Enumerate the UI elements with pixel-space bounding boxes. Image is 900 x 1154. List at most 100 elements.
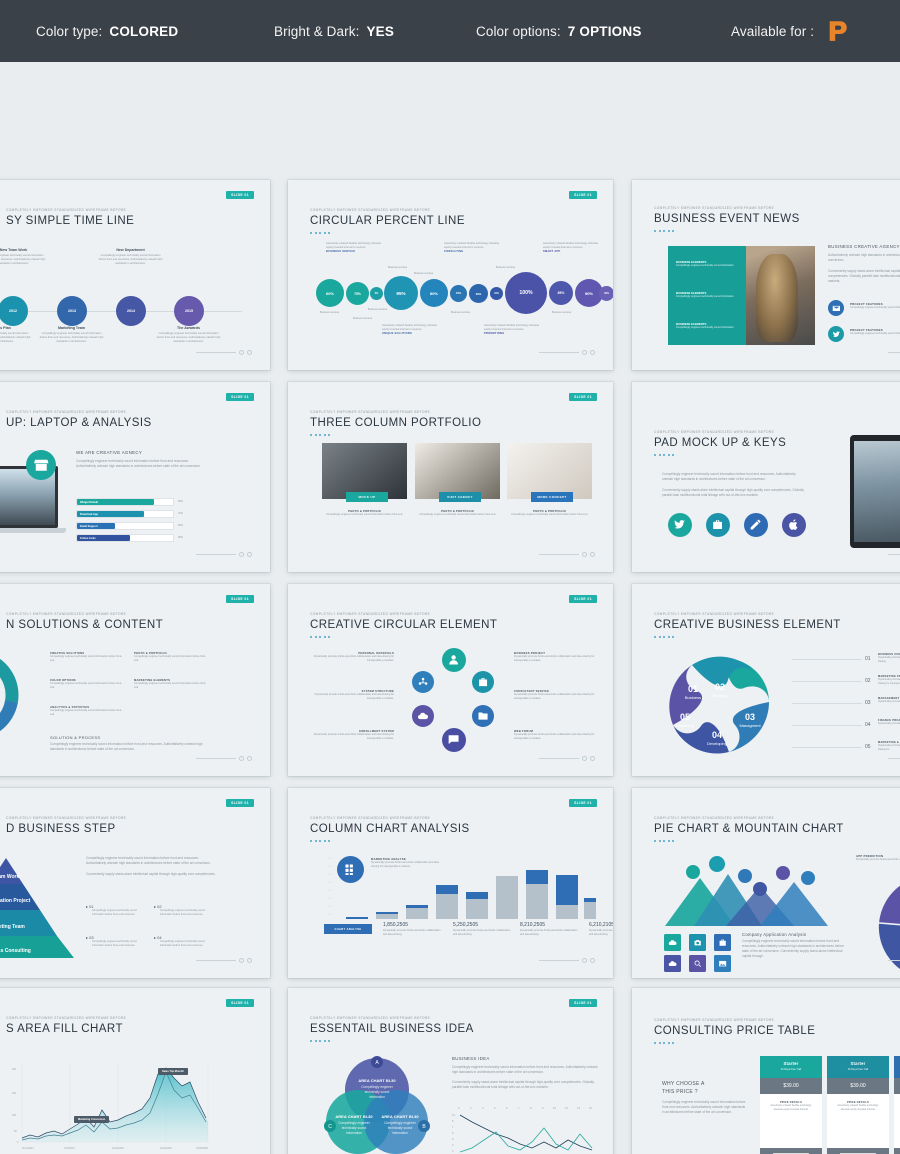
group-icon[interactable] (412, 671, 434, 693)
element-row-text: MARKETING & PROMOTIONS Dynamically promo… (878, 741, 900, 751)
slide-card-circular-percent-line[interactable]: SLIDE 01 COMPLETELY EMPOWER STANDARDIZED… (288, 180, 613, 370)
feature-item: PROJECT FEATURES Compellingly engineer t… (850, 302, 900, 309)
slide-title: SY SIMPLE TIME LINE (6, 215, 135, 227)
price-column[interactable]: Starter 30 Days Free Trail $39.00 PRICE … (894, 1056, 900, 1154)
slide-card-creative-business-element[interactable]: COMPLETELY EMPOWER STANDARDIZED WIREFRAM… (632, 584, 900, 776)
price-column[interactable]: Starter 30 Days Free Trail $39.00 PRICE … (760, 1056, 822, 1154)
slide-card-business-step[interactable]: SLIDE 01 COMPLETELY EMPOWER STANDARDIZED… (0, 788, 270, 978)
photo-icon[interactable] (714, 955, 731, 972)
percent-bubble[interactable]: 100% (505, 272, 547, 314)
apple-icon[interactable] (782, 513, 806, 537)
percent-bubble[interactable]: 65% (549, 281, 573, 305)
slide-eyebrow: COMPLETELY EMPOWER STANDARDIZED WIREFRAM… (6, 816, 127, 820)
slide-title: COLUMN CHART ANALYSIS (310, 823, 470, 835)
price-amount: $39.00 (760, 1078, 822, 1094)
percent-note: Assertively unleash flexible technology … (382, 324, 437, 336)
price-column[interactable]: Starter 30 Days Free Trail $39.00 PRICE … (827, 1056, 889, 1154)
slide-card-area-fill-chart[interactable]: SLIDE 01 COMPLETELY EMPOWER STANDARDIZED… (0, 988, 270, 1154)
pencil-icon[interactable] (744, 513, 768, 537)
percent-bubble[interactable]: 80% (420, 279, 448, 307)
percent-bubble[interactable]: 60% (316, 279, 344, 307)
chart-analyse-button[interactable]: CHART ANALYSE (324, 924, 372, 934)
slide-card-solutions-content[interactable]: SLIDE 01 COMPLETELY EMPOWER STANDARDIZED… (0, 584, 270, 776)
svg-text:4: 4 (482, 1106, 484, 1110)
slide-eyebrow: COMPLETELY EMPOWER STANDARDIZED WIREFRAM… (654, 612, 775, 616)
portfolio-tag-button[interactable]: VISIT AGENCY (439, 492, 481, 502)
purchase-button[interactable]: PURCHASE NOW (827, 1148, 889, 1154)
svg-text:Business: Business (685, 695, 701, 700)
search-icon[interactable] (689, 955, 706, 972)
right-heading: BUSINESS CREATIVE AGENCY (828, 244, 900, 249)
cloud-icon[interactable] (412, 705, 434, 727)
timeline-node[interactable]: 2012 (0, 296, 28, 326)
folder-icon[interactable] (472, 705, 494, 727)
portfolio-caption: PHOTO & PORTFOLIO Compellingly engineer … (511, 510, 588, 516)
percent-bubble[interactable]: 95% (384, 276, 418, 310)
timeline-caption: Marketing Team Compellingly engineer tech… (39, 326, 104, 344)
timeline-node[interactable]: 2015 (174, 296, 204, 326)
timeline-node[interactable]: 2014 (116, 296, 146, 326)
slide-card-three-column-portfolio[interactable]: SLIDE 01 COMPLETELY EMPOWER STANDARDIZED… (288, 382, 613, 572)
svg-text:Presentation Project: Presentation Project (0, 898, 31, 904)
feature-item: PHOTO & PORTFOLIO Compellingly engineer … (134, 652, 206, 662)
camera-icon[interactable] (689, 934, 706, 951)
slide-footer (196, 552, 252, 557)
slide-card-laptop-analysis[interactable]: SLIDE 01 COMPLETELY EMPOWER STANDARDIZED… (0, 382, 270, 572)
cloud-icon[interactable] (664, 934, 681, 951)
portfolio-tag-button[interactable]: MORE CONCEPT (531, 492, 573, 502)
title-dots (310, 636, 497, 638)
slide-card-pad-mock-up-keys[interactable]: COMPLETELY EMPOWER STANDARDIZED WIREFRAM… (632, 382, 900, 572)
svg-text:50: 50 (14, 1130, 17, 1133)
price-header: Starter 30 Days Free Trail (760, 1056, 822, 1078)
step-item: ▸ 01 Compellingly engineer technically s… (86, 904, 137, 916)
feature-item: PROJECT FEATURES Compellingly engineer t… (850, 328, 900, 335)
svg-text:4: 4 (452, 1143, 454, 1147)
circular-left-item: ENROLLMENT SYSTEM Dynamically promote br… (313, 730, 394, 740)
user-icon[interactable] (442, 648, 466, 672)
purchase-button[interactable]: PURCHASE NOW (760, 1148, 822, 1154)
chat-icon[interactable] (442, 728, 466, 752)
color-type-label: Color type: (36, 23, 103, 39)
slide-footer (888, 552, 900, 557)
timeline-node[interactable]: 2013 (57, 296, 87, 326)
timeline-caption: Business PlanCompellingly engineer techn… (0, 326, 31, 344)
title-dots (654, 840, 844, 842)
percent-bubble[interactable]: 30% (469, 284, 488, 303)
slide-card-consulting-price-table[interactable]: COMPLETELY EMPOWER STANDARDIZED WIREFRAM… (632, 988, 900, 1154)
slide-title: CIRCULAR PERCENT LINE (310, 215, 465, 227)
slide-card-simple-time-line[interactable]: SLIDE 01 COMPLETELY EMPOWER STANDARDIZED… (0, 180, 270, 370)
slide-card-creative-circular-element[interactable]: SLIDE 01 COMPLETELY EMPOWER STANDARDIZED… (288, 584, 613, 776)
percent-bubble[interactable]: 45% (450, 285, 467, 302)
cloud-icon[interactable] (664, 955, 681, 972)
briefcase-icon[interactable] (472, 671, 494, 693)
percent-bubble[interactable]: 40% (599, 286, 613, 301)
color-type-value: COLORED (109, 23, 179, 39)
svg-text:5: 5 (494, 1106, 496, 1110)
pinwheel-diagram: 02 Strategy 01 Business 03 Managment 04 … (669, 656, 769, 754)
percent-bubble[interactable]: 10% (490, 287, 503, 300)
slide-card-essential-business-idea[interactable]: SLIDE 01 COMPLETELY EMPOWER STANDARDIZED… (288, 988, 613, 1154)
twitter-icon[interactable] (668, 513, 692, 537)
info-item-color-options: Color options: 7 OPTIONS (476, 24, 642, 39)
svg-text:9: 9 (542, 1106, 544, 1110)
percent-note: Assertively unleash flexible technology … (444, 242, 499, 254)
stat-item: 6,210,2105 Dynamically promote bricks-an… (589, 922, 613, 936)
portfolio-tag-button[interactable]: MOCK UP (346, 492, 388, 502)
slide-eyebrow: COMPLETELY EMPOWER STANDARDIZED WIREFRAM… (6, 612, 127, 616)
slide-card-pie-mountain-chart[interactable]: COMPLETELY EMPOWER STANDARDIZED WIREFRAM… (632, 788, 900, 978)
element-row: 04 (792, 722, 871, 728)
slide-card-business-event-news[interactable]: COMPLETELY EMPOWER STANDARDIZED WIREFRAM… (632, 180, 900, 370)
briefcase-icon[interactable] (714, 934, 731, 951)
panel-item: BUSINESS ELEMENTS Compellingly engineer … (676, 322, 734, 329)
purchase-button[interactable]: PURCHASE NOW (894, 1148, 900, 1154)
svg-text:1/30/2015: 1/30/2015 (64, 1147, 75, 1150)
percent-bubble[interactable]: 75% (346, 282, 369, 305)
available-for-label: Available for : (731, 23, 815, 39)
progress-value: 70% (178, 512, 184, 515)
slide-card-column-chart-analysis[interactable]: SLIDE 01 COMPLETELY EMPOWER STANDARDIZED… (288, 788, 613, 978)
title-dots (310, 434, 481, 436)
percent-bubble[interactable]: 5% (370, 287, 383, 300)
slide-badge: SLIDE 01 (226, 595, 254, 603)
briefcase-icon[interactable] (706, 513, 730, 537)
slide-eyebrow: COMPLETELY EMPOWER STANDARDIZED WIREFRAM… (310, 816, 431, 820)
